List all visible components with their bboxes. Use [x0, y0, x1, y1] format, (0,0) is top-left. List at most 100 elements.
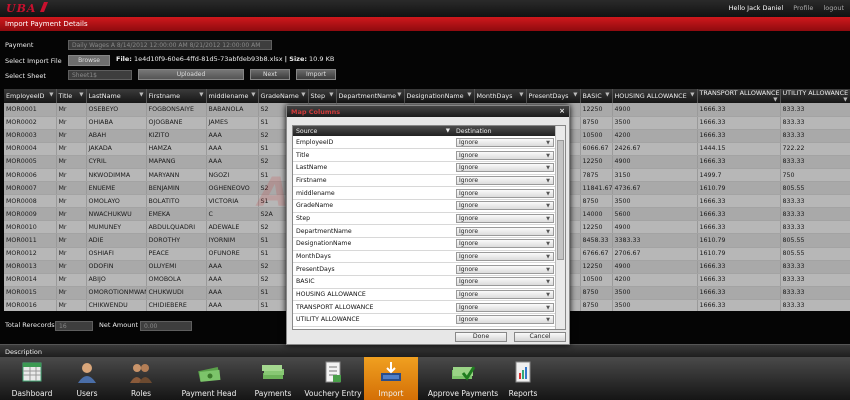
filter-icon[interactable]: ▼ — [301, 92, 305, 98]
payment-select[interactable]: Daily Wages A 8/14/2012 12:00:00 AM 8/21… — [68, 40, 272, 50]
table-cell: NGOZI — [206, 168, 259, 183]
table-cell: MOR0014 — [4, 273, 57, 287]
filter-icon[interactable]: ▼ — [397, 92, 401, 98]
column-header[interactable]: Title ▼ — [56, 89, 87, 103]
destination-select[interactable]: Ignore ▼ — [456, 137, 554, 147]
column-header[interactable]: EmployeeID ▼ — [4, 89, 57, 103]
filter-icon[interactable]: ▼ — [199, 92, 203, 98]
filter-icon[interactable]: ▼ — [79, 92, 83, 98]
nav-reports[interactable]: Reports — [502, 357, 544, 400]
destination-select[interactable]: Ignore ▼ — [456, 290, 554, 300]
table-cell: KIZITO — [146, 129, 207, 143]
next-button[interactable]: Next — [250, 69, 290, 80]
column-header[interactable]: DepartmentName ▼ — [336, 89, 405, 103]
destination-cell: Ignore ▼ — [453, 237, 557, 251]
table-cell: Mr — [56, 194, 87, 209]
table-cell: 833.33 — [780, 286, 850, 300]
table-cell: AAA — [206, 142, 259, 156]
table-cell: 3500 — [612, 194, 698, 209]
uploaded-status-button[interactable]: Uploaded — [138, 69, 244, 80]
browse-button[interactable]: Browse — [68, 55, 110, 66]
mapping-table: Source ▼ Destination EmployeeID Ignore ▼ Tit… — [293, 126, 557, 327]
column-header[interactable]: HOUSING ALLOWANCE ▼ — [612, 89, 698, 103]
column-header[interactable]: Firstname ▼ — [146, 89, 207, 103]
mapping-row: middlename Ignore ▼ — [293, 186, 557, 200]
nav-approve-payments[interactable]: Approve Payments — [420, 357, 506, 400]
column-header[interactable]: DesignationName ▼ — [404, 89, 475, 103]
column-header[interactable]: Step ▼ — [308, 89, 337, 103]
nav-payments[interactable]: Payments — [250, 357, 296, 400]
table-cell: CHUKWUDI — [146, 286, 207, 300]
column-header[interactable]: GradeName ▼ — [258, 89, 309, 103]
column-header-label: EmployeeID — [6, 92, 45, 100]
destination-select[interactable]: Ignore ▼ — [456, 277, 554, 287]
table-cell: 2426.67 — [612, 142, 698, 156]
column-header[interactable]: BASIC ▼ — [580, 89, 613, 103]
destination-select[interactable]: Ignore ▼ — [456, 175, 554, 185]
chevron-down-icon: ▼ — [546, 279, 550, 286]
filter-icon[interactable]: ▼ — [251, 92, 255, 98]
table-cell: ENUEME — [86, 181, 147, 196]
column-header[interactable]: middlename ▼ — [206, 89, 259, 103]
table-cell: MOR0003 — [4, 129, 57, 143]
destination-cell: Ignore ▼ — [453, 212, 557, 226]
cancel-button[interactable]: Cancel — [514, 332, 566, 342]
column-header-label: DepartmentName — [338, 92, 397, 100]
source-column-name: HOUSING ALLOWANCE — [293, 288, 453, 302]
table-cell: PEACE — [146, 247, 207, 261]
done-button[interactable]: Done — [455, 332, 507, 342]
table-cell: 1666.33 — [697, 116, 781, 130]
destination-value: Ignore — [459, 253, 479, 261]
import-button[interactable]: Import — [296, 69, 336, 80]
column-header-label: TRANSPORT ALLOWANCE — [699, 89, 780, 97]
filter-icon[interactable]: ▼ — [139, 92, 143, 98]
destination-select[interactable]: Ignore ▼ — [456, 163, 554, 173]
close-icon[interactable]: × — [559, 107, 565, 115]
destination-select[interactable]: Ignore ▼ — [456, 315, 554, 325]
table-cell: 805.55 — [780, 233, 850, 248]
nav-roles[interactable]: Roles — [118, 357, 164, 400]
filter-icon[interactable]: ▼ — [446, 128, 450, 134]
table-cell: 833.33 — [780, 260, 850, 274]
nav-dashboard[interactable]: Dashboard — [6, 357, 58, 400]
scrollbar-thumb[interactable] — [557, 140, 564, 260]
filter-icon[interactable]: ▼ — [49, 92, 53, 98]
table-cell: ABAH — [86, 129, 147, 143]
destination-select[interactable]: Ignore ▼ — [456, 150, 554, 160]
column-header[interactable]: PresentDays ▼ — [526, 89, 581, 103]
table-cell: AAA — [206, 260, 259, 274]
filter-icon[interactable]: ▼ — [519, 92, 523, 98]
destination-select[interactable]: Ignore ▼ — [456, 239, 554, 249]
filter-icon[interactable]: ▼ — [329, 92, 333, 98]
nav-payment-head[interactable]: Payment Head — [176, 357, 242, 400]
nav-users[interactable]: Users — [64, 357, 110, 400]
destination-select[interactable]: Ignore ▼ — [456, 201, 554, 211]
destination-select[interactable]: Ignore ▼ — [456, 302, 554, 312]
column-header[interactable]: TRANSPORT ALLOWANCE ▼ — [697, 89, 781, 103]
destination-select[interactable]: Ignore ▼ — [456, 188, 554, 198]
filter-icon[interactable]: ▼ — [773, 97, 777, 103]
filter-icon[interactable]: ▼ — [843, 97, 847, 103]
sheet-select[interactable]: Sheet1$ — [68, 70, 132, 80]
destination-select[interactable]: Ignore ▼ — [456, 264, 554, 274]
nav-import[interactable]: Import — [364, 357, 418, 400]
profile-link[interactable]: Profile — [793, 4, 813, 12]
table-cell: MARYANN — [146, 168, 207, 183]
column-header[interactable]: MonthDays ▼ — [474, 89, 527, 103]
destination-select[interactable]: Ignore ▼ — [456, 213, 554, 223]
chevron-down-icon: ▼ — [546, 215, 550, 222]
nav-vouchery-entry[interactable]: Vouchery Entry — [302, 357, 364, 400]
destination-select[interactable]: Ignore ▼ — [456, 226, 554, 236]
filter-icon[interactable]: ▼ — [690, 92, 694, 98]
column-header[interactable]: LastName ▼ — [86, 89, 147, 103]
dialog-scrollbar[interactable] — [555, 126, 565, 329]
table-cell: BABANOLA — [206, 103, 259, 117]
column-header[interactable]: UTILITY ALLOWANCE ▼ — [780, 89, 850, 103]
filter-icon[interactable]: ▼ — [573, 92, 577, 98]
chevron-down-icon: ▼ — [546, 203, 550, 210]
filter-icon[interactable]: ▼ — [605, 92, 609, 98]
destination-select[interactable]: Ignore ▼ — [456, 252, 554, 262]
filter-icon[interactable]: ▼ — [467, 92, 471, 98]
source-column-name: PresentDays — [293, 262, 453, 277]
logout-link[interactable]: logout — [823, 4, 844, 12]
